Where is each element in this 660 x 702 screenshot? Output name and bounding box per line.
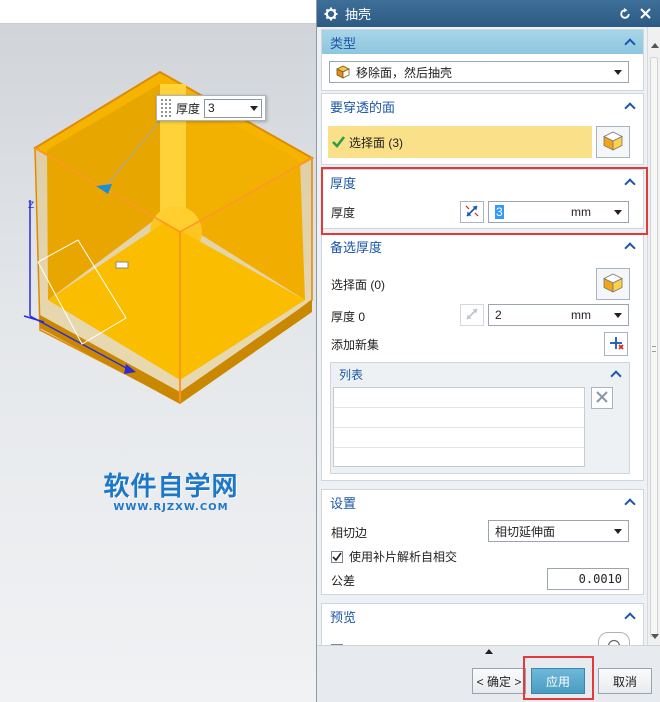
section-settings: 设置 相切边 相切延伸面 使用补片解析自相交 公差 0.0010: [321, 489, 644, 595]
graphics-viewport[interactable]: Z 厚度 3 软件自学网 WWW.RJZXW.COM: [0, 0, 316, 702]
gear-icon: [323, 6, 339, 22]
floating-thickness-value[interactable]: 3: [208, 101, 215, 115]
dialog-title-bar[interactable]: 抽壳: [317, 0, 660, 27]
alt-select-face-label: 选择面 (0): [331, 278, 386, 292]
section-alternate-header[interactable]: 备选厚度: [322, 234, 643, 258]
csys-z-label: Z: [28, 201, 34, 211]
scroll-down-icon[interactable]: [651, 634, 659, 639]
alt-thickness-value[interactable]: 2: [495, 308, 502, 322]
watermark-url: WWW.RJZXW.COM: [113, 502, 229, 513]
face-selector-button[interactable]: [596, 126, 630, 158]
checkmark-icon: [332, 136, 345, 148]
close-icon[interactable]: [636, 5, 654, 23]
drag-handle[interactable]: [115, 261, 129, 269]
patch-checkbox-label: 使用补片解析自相交: [349, 550, 458, 564]
watermark-title: 软件自学网: [103, 472, 239, 502]
section-settings-title: 设置: [330, 495, 357, 511]
section-faces-to-pierce: 要穿透的面 选择面 (3): [321, 93, 644, 165]
thickness-set-list[interactable]: [333, 387, 585, 467]
alt-thickness-label: 厚度 0: [331, 310, 366, 324]
section-preview: 预览: [321, 603, 644, 645]
drag-grip-icon[interactable]: [160, 98, 172, 118]
chevron-up-icon[interactable]: [625, 101, 635, 111]
patch-checkbox[interactable]: [331, 550, 343, 563]
magnifier-icon: [607, 636, 621, 645]
section-preview-header[interactable]: 预览: [322, 604, 643, 628]
dialog-button-bar: < 确定 > 应用 取消: [317, 645, 660, 702]
alt-reverse-direction-button[interactable]: [460, 304, 484, 326]
alt-thickness-input[interactable]: 2 mm: [488, 304, 629, 326]
add-new-set-label: 添加新集: [331, 338, 380, 352]
section-settings-header[interactable]: 设置: [322, 490, 643, 514]
close-icon: [596, 390, 608, 406]
remove-set-button[interactable]: [591, 387, 613, 409]
add-new-set-button[interactable]: [604, 332, 628, 356]
add-set-icon: [608, 335, 624, 354]
tolerance-value[interactable]: 0.0010: [579, 572, 622, 586]
section-preview-title: 预览: [330, 609, 357, 625]
section-alternate-thickness: 备选厚度 选择面 (0) 厚度 0 2 mm 添加新集 列表: [321, 233, 644, 481]
chevron-down-icon[interactable]: [614, 529, 622, 534]
cube-icon: [602, 272, 624, 297]
list-subpanel: 列表: [330, 362, 630, 474]
reverse-direction-icon: [464, 306, 480, 325]
section-alternate-title: 备选厚度: [330, 239, 383, 255]
tolerance-label: 公差: [331, 574, 356, 588]
chevron-up-icon[interactable]: [625, 37, 635, 47]
tangent-edge-value: 相切延伸面: [495, 524, 556, 539]
patch-checkbox-row[interactable]: 使用补片解析自相交: [331, 548, 457, 565]
list-item[interactable]: [334, 408, 584, 428]
chevron-up-icon[interactable]: [625, 241, 635, 251]
list-item[interactable]: [334, 388, 584, 408]
chevron-up-icon[interactable]: [625, 497, 635, 507]
scroll-thumb[interactable]: [650, 57, 658, 637]
section-type-title: 类型: [330, 35, 357, 51]
scroll-grip-icon: [652, 346, 656, 352]
select-face-label: 选择面 (3): [349, 135, 404, 150]
tangent-edge-dropdown[interactable]: 相切延伸面: [488, 520, 629, 542]
collapse-handle-icon[interactable]: [485, 649, 493, 654]
preview-show-result-button[interactable]: [598, 632, 630, 645]
chevron-down-icon[interactable]: [614, 313, 622, 318]
chevron-up-icon[interactable]: [611, 369, 621, 379]
select-face-row[interactable]: 选择面 (3): [328, 126, 592, 158]
cube-icon: [602, 130, 624, 155]
section-type: 类型 移除面，然后抽壳: [321, 29, 644, 91]
section-faces-title: 要穿透的面: [330, 99, 396, 115]
shell-type-dropdown[interactable]: 移除面，然后抽壳: [329, 61, 629, 83]
dialog-scrollbar[interactable]: [647, 27, 660, 645]
chevron-up-icon[interactable]: [625, 611, 635, 621]
shell-type-value: 移除面，然后抽壳: [356, 65, 453, 80]
dialog-scroll-area[interactable]: 类型 移除面，然后抽壳 要穿透的面 选择面 (3) 厚度 厚度 3 mm 备选厚…: [317, 27, 647, 645]
chevron-down-icon[interactable]: [614, 70, 622, 75]
floating-thickness-input[interactable]: 厚度 3: [156, 95, 266, 121]
ok-button[interactable]: < 确定 >: [472, 668, 526, 694]
watermark: 软件自学网 WWW.RJZXW.COM: [96, 466, 246, 513]
scroll-up-icon[interactable]: [651, 43, 659, 48]
dialog-title: 抽壳: [345, 7, 372, 22]
floating-thickness-label: 厚度: [176, 101, 201, 116]
alt-face-selector-button[interactable]: [596, 268, 630, 300]
chevron-down-icon[interactable]: [250, 105, 259, 111]
list-item[interactable]: [334, 428, 584, 448]
shell-dialog: 抽壳 类型 移除面，然后抽壳 要穿透的面 选择面 (3) 厚度 厚度 3 mm …: [316, 0, 660, 702]
alt-thickness-unit: mm: [571, 308, 591, 322]
reset-icon[interactable]: [616, 5, 634, 23]
apply-highlight-box: [523, 656, 594, 700]
thickness-highlight-box: [321, 167, 648, 235]
cancel-button[interactable]: 取消: [598, 668, 652, 694]
floating-thickness-dropdown[interactable]: 3: [204, 98, 263, 118]
list-title: 列表: [339, 367, 364, 382]
tangent-edge-label: 相切边: [331, 526, 368, 540]
cube-remove-face-icon: [336, 65, 350, 79]
section-faces-header[interactable]: 要穿透的面: [322, 94, 643, 118]
list-header[interactable]: 列表: [331, 363, 629, 385]
tolerance-input[interactable]: 0.0010: [547, 568, 629, 590]
section-type-header[interactable]: 类型: [322, 30, 643, 54]
